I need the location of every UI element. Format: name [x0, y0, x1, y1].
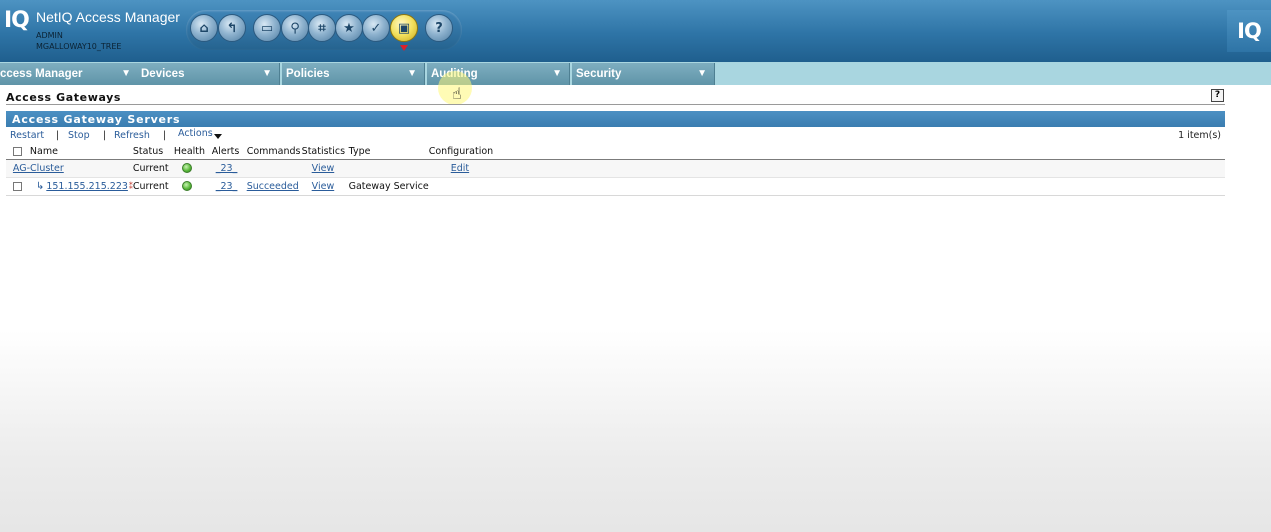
netiq-logo: IQ — [4, 8, 30, 33]
statistics-view-link[interactable]: View — [312, 181, 335, 192]
tab-label: Devices — [141, 68, 185, 80]
back-arrow-icon[interactable]: ↰ — [218, 14, 246, 42]
server-link[interactable]: 151.155.215.223 — [46, 181, 128, 192]
dropdown-arrow-icon: ▼ — [552, 68, 562, 79]
tree-name: MGALLOWAY10_TREE — [36, 42, 122, 51]
column-header[interactable]: Health — [173, 145, 212, 160]
gateway-table: Name Status Health Alerts Commands Stati… — [6, 145, 1225, 196]
active-indicator-icon — [400, 45, 408, 51]
separator: | — [163, 130, 167, 141]
column-header[interactable]: Name — [29, 145, 133, 160]
table-row: AG-Cluster Current _23_ View Edit — [6, 159, 1225, 178]
page-title: Access Gateways — [6, 91, 122, 104]
actions-caret-icon[interactable] — [214, 134, 222, 139]
status-cell: Current — [132, 177, 174, 196]
folder-home-icon[interactable]: ⌂ — [190, 14, 218, 42]
dropdown-arrow-icon: ▼ — [262, 68, 272, 79]
main-nav: ccess Manager ▼ Devices ▼ Policies ▼ Aud… — [0, 62, 1271, 85]
user-name: ADMIN — [36, 31, 63, 40]
row-checkbox[interactable] — [13, 181, 22, 191]
title-divider — [6, 104, 1225, 105]
table-header-row: Name Status Health Alerts Commands Stati… — [6, 145, 1225, 160]
column-header[interactable]: Status — [132, 145, 174, 160]
tab-security[interactable]: Security ▼ — [572, 63, 715, 85]
help-icon[interactable]: ? — [425, 14, 453, 42]
tab-policies[interactable]: Policies ▼ — [282, 63, 425, 85]
column-header[interactable]: Configuration — [428, 145, 1225, 160]
column-header[interactable]: Commands — [246, 145, 302, 160]
health-ok-icon[interactable] — [181, 181, 192, 191]
help-icon[interactable]: ? — [1211, 89, 1224, 102]
search-icon[interactable]: ⚲ — [281, 14, 309, 42]
netiq-logo-right: IQ — [1227, 10, 1271, 52]
refresh-button[interactable]: Refresh — [114, 130, 150, 141]
type-cell — [348, 159, 429, 178]
health-ok-icon[interactable] — [181, 163, 192, 173]
actions-bar: Restart | Stop | Refresh | Actions 1 ite… — [6, 128, 1225, 143]
monitor-icon[interactable]: ▣ — [390, 14, 418, 42]
configuration-edit-link[interactable]: Edit — [451, 163, 469, 174]
separator: | — [103, 130, 107, 141]
alerts-link[interactable]: _23_ — [216, 181, 238, 192]
item-count: 1 item(s) — [1178, 130, 1221, 141]
stop-button[interactable]: Stop — [68, 130, 90, 141]
dropdown-arrow-icon: ▼ — [407, 68, 417, 79]
tab-label: ccess Manager — [0, 68, 83, 80]
column-header[interactable]: Alerts — [211, 145, 247, 160]
type-cell: Gateway Service — [348, 177, 429, 196]
table-row: ↳ 151.155.215.223⁑ Current _23_ Succeeded… — [6, 177, 1225, 196]
cluster-link[interactable]: AG-Cluster — [13, 163, 64, 174]
column-header[interactable]: Statistics — [301, 145, 349, 160]
column-header[interactable]: Type — [348, 145, 429, 160]
commands-link[interactable]: Succeeded — [247, 181, 299, 192]
dropdown-arrow-icon: ▼ — [697, 68, 707, 79]
app-header: IQ NetIQ Access Manager ADMIN MGALLOWAY1… — [0, 0, 1271, 62]
alerts-link[interactable]: _23_ — [216, 163, 238, 174]
tab-devices[interactable]: Devices ▼ — [137, 63, 280, 85]
child-arrow-icon: ↳ — [35, 180, 45, 192]
dropdown-arrow-icon: ▼ — [121, 68, 131, 79]
section-title: Access Gateway Servers — [6, 111, 1225, 127]
hierarchy-icon[interactable]: ⌗ — [308, 14, 336, 42]
id-card-icon[interactable]: ▭ — [253, 14, 281, 42]
hand-cursor-icon: ☝ — [452, 84, 462, 103]
status-cell: Current — [132, 159, 174, 178]
actions-menu[interactable]: Actions — [178, 128, 213, 139]
star-icon[interactable]: ★ — [335, 14, 363, 42]
tab-access-manager[interactable]: ccess Manager ▼ — [0, 63, 139, 85]
statistics-view-link[interactable]: View — [312, 163, 335, 174]
separator: | — [56, 130, 60, 141]
select-all-checkbox[interactable] — [13, 147, 22, 157]
restart-button[interactable]: Restart — [10, 130, 44, 141]
configuration-cell — [428, 177, 1225, 196]
tab-label: Policies — [286, 68, 330, 80]
tab-label: Security — [576, 68, 622, 80]
check-icon[interactable]: ✓ — [362, 14, 390, 42]
commands-cell — [246, 159, 302, 178]
app-title: NetIQ Access Manager — [36, 9, 180, 25]
